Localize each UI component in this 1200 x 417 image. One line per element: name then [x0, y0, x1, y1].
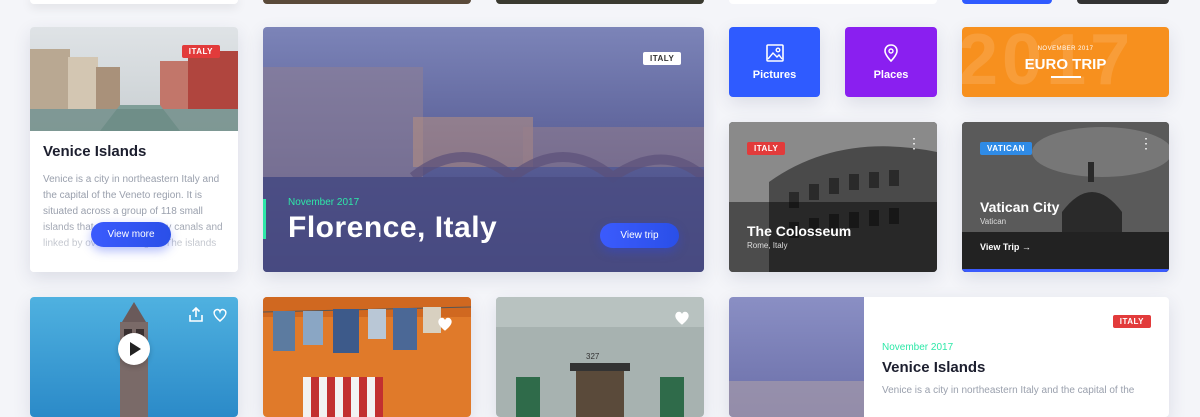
more-menu-icon[interactable]: ⋮ — [1139, 136, 1153, 150]
trip-title: Florence, Italy — [288, 211, 498, 244]
location-pin-icon — [884, 44, 898, 63]
heart-icon[interactable] — [212, 307, 228, 323]
play-icon[interactable] — [118, 333, 150, 365]
view-trip-link[interactable]: View Trip → — [980, 242, 1031, 252]
photo-card[interactable] — [263, 297, 471, 417]
view-more-button[interactable]: View more — [91, 222, 171, 247]
card-stub — [30, 0, 238, 4]
country-tag: ITALY — [643, 52, 682, 65]
trip-date: November 2017 — [882, 342, 954, 353]
card-title: The Colosseum — [747, 223, 852, 239]
more-menu-icon[interactable]: ⋮ — [907, 136, 921, 150]
video-card[interactable] — [30, 297, 238, 417]
venice-canal-image — [30, 27, 238, 131]
photo-card[interactable]: 327 — [496, 297, 704, 417]
card-stub — [729, 0, 937, 4]
card-subtitle: Vatican — [980, 217, 1007, 226]
trip-date: NOVEMBER 2017 — [1037, 46, 1094, 52]
country-tag: ITALY — [1112, 315, 1151, 328]
share-icon[interactable] — [188, 307, 204, 323]
card-title: Vatican City — [980, 199, 1060, 215]
card-description: Venice is a city in northeastern Italy a… — [882, 385, 1135, 396]
card-stub — [1077, 0, 1169, 4]
heart-icon[interactable] — [672, 309, 692, 327]
card-stub — [263, 0, 471, 4]
card-title: Venice Islands — [43, 143, 147, 160]
card-accent-bar — [962, 269, 1169, 272]
street-number: 327 — [586, 352, 600, 361]
vatican-card[interactable]: VATICAN ⋮ Vatican City Vatican View Trip… — [962, 122, 1169, 272]
venice-feature-card[interactable]: ITALY November 2017 Venice Islands Venic… — [729, 297, 1169, 417]
country-tag: ITALY — [181, 45, 220, 58]
card-stub — [496, 0, 704, 4]
venice-card[interactable]: ITALY Venice Islands Venice is a city in… — [30, 27, 238, 272]
colosseum-card[interactable]: ITALY ⋮ The Colosseum Rome, Italy — [729, 122, 937, 272]
tile-label: Places — [873, 69, 909, 81]
trip-date: November 2017 — [288, 197, 360, 208]
country-tag: VATICAN — [980, 142, 1032, 155]
image-icon — [765, 44, 784, 62]
link-label: View Trip — [980, 242, 1020, 252]
venice-feature-image — [729, 297, 864, 417]
tile-label: Pictures — [752, 69, 797, 81]
country-tag: ITALY — [747, 142, 786, 155]
places-tile[interactable]: Places — [845, 27, 937, 97]
florence-card[interactable]: ITALY November 2017 Florence, Italy View… — [263, 27, 704, 272]
card-stub — [962, 0, 1052, 4]
heart-icon[interactable] — [435, 315, 455, 333]
euro-trip-card[interactable]: 2017 NOVEMBER 2017 EURO TRIP — [962, 27, 1169, 97]
trip-title: EURO TRIP — [1024, 56, 1107, 73]
card-title: Venice Islands — [882, 359, 986, 376]
view-trip-button[interactable]: View trip — [600, 223, 679, 248]
card-subtitle: Rome, Italy — [747, 241, 788, 250]
title-underline — [1051, 76, 1081, 78]
pictures-tile[interactable]: Pictures — [729, 27, 820, 97]
arrow-right-icon: → — [1021, 242, 1031, 252]
accent-bar — [263, 199, 266, 239]
